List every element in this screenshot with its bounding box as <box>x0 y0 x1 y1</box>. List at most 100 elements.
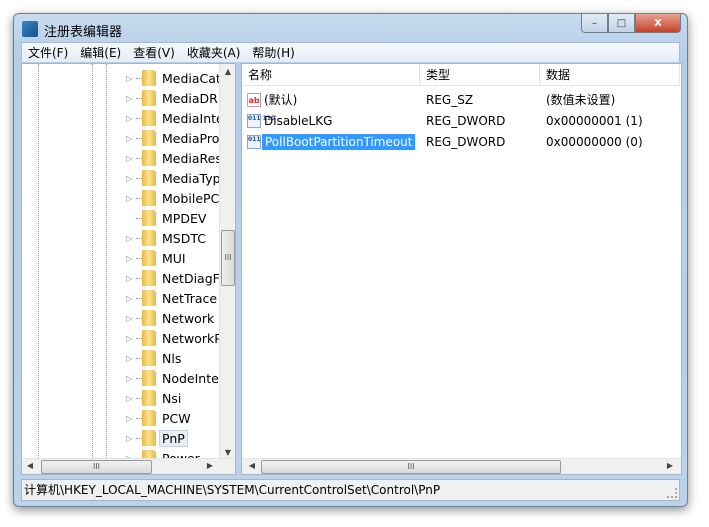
tree-item[interactable]: ▷ NetTrace <box>126 288 217 308</box>
expand-arrow-icon[interactable]: ▷ <box>126 434 136 443</box>
folder-icon <box>142 250 156 266</box>
menu-favorites[interactable]: 收藏夹(A) <box>181 44 247 61</box>
tree-item[interactable]: ▷ MediaPro <box>126 128 219 148</box>
tree-item-label: MediaCat <box>162 70 220 86</box>
folder-icon <box>142 170 156 186</box>
folder-icon <box>142 370 156 386</box>
expand-arrow-icon[interactable]: ▷ <box>126 134 136 143</box>
scroll-left-arrow-icon[interactable]: ◀ <box>244 461 260 470</box>
folder-icon <box>142 230 156 246</box>
tree-item[interactable]: ▷ NetDiagFx <box>126 268 220 288</box>
tree-item[interactable]: ▷ NetworkP <box>126 328 220 348</box>
scroll-right-arrow-icon[interactable]: ▶ <box>662 461 678 470</box>
value-row[interactable]: ab (默认) REG_SZ (数值未设置) <box>242 89 615 110</box>
tree-item[interactable]: ▷ MediaCat <box>126 68 220 88</box>
value-row[interactable]: 011 110 DisableLKG REG_DWORD 0x00000001 (1) <box>242 110 643 131</box>
folder-icon <box>142 130 156 146</box>
tree-item-label: PnP <box>159 429 188 447</box>
maximize-button[interactable]: □ <box>608 14 635 33</box>
tree-item[interactable]: ▷ MUI <box>126 248 186 268</box>
expand-arrow-icon[interactable]: ▷ <box>126 234 136 243</box>
tree-item-label: MediaDRM <box>162 90 220 106</box>
scroll-up-arrow-icon[interactable]: ▲ <box>220 67 235 76</box>
tree-vertical-scrollbar[interactable]: ▲ III ▼ <box>219 64 235 460</box>
expand-arrow-icon[interactable]: ▷ <box>126 94 136 103</box>
column-header-type[interactable]: 类型 <box>420 64 540 86</box>
folder-icon <box>142 190 156 206</box>
tree-vscroll-thumb[interactable]: III <box>221 230 235 286</box>
registry-app-icon <box>22 21 38 37</box>
window-title: 注册表编辑器 <box>44 25 123 40</box>
menu-help[interactable]: 帮助(H) <box>246 44 300 61</box>
expand-arrow-icon[interactable]: ▷ <box>126 394 136 403</box>
scroll-down-arrow-icon[interactable]: ▼ <box>220 448 235 457</box>
tree-item-label: MPDEV <box>162 210 207 226</box>
value-name: DisableLKG <box>264 113 333 128</box>
value-name: PollBootPartitionTimeout <box>262 133 416 150</box>
tree-item[interactable]: ▷ MobilePC <box>126 188 219 208</box>
menu-file[interactable]: 文件(F) <box>22 44 74 61</box>
expand-arrow-icon[interactable]: ▷ <box>126 354 136 363</box>
registry-editor-window: 注册表编辑器 – □ X 文件(F) 编辑(E) 查看(V) 收藏夹(A) 帮助… <box>13 13 688 507</box>
tree-item[interactable]: ▷ PCW <box>126 408 191 428</box>
tree-item[interactable]: ▷ Network <box>126 308 214 328</box>
tree-item-label: NetDiagFx <box>162 270 220 286</box>
expand-arrow-icon[interactable]: ▷ <box>126 74 136 83</box>
minimize-button[interactable]: – <box>581 14 608 33</box>
binary-value-icon: 011 110 <box>247 113 275 128</box>
folder-icon <box>142 430 156 446</box>
folder-icon <box>142 110 156 126</box>
value-row[interactable]: 011 110PollBootPartitionTimeout REG_DWORD… <box>242 131 643 152</box>
status-key-path: 计算机\HKEY_LOCAL_MACHINE\SYSTEM\CurrentCon… <box>24 483 441 497</box>
tree-item-label: MobilePC <box>162 190 220 206</box>
scroll-left-arrow-icon[interactable]: ◀ <box>22 461 38 470</box>
expand-arrow-icon[interactable]: ▷ <box>126 174 136 183</box>
column-header-data[interactable]: 数据 <box>540 64 680 86</box>
column-header-name[interactable]: 名称 <box>242 64 420 86</box>
title-bar[interactable]: 注册表编辑器 – □ X <box>14 14 687 42</box>
expand-arrow-icon[interactable]: ▷ <box>126 334 136 343</box>
tree-hscroll-thumb[interactable]: III <box>41 460 152 474</box>
value-name: (默认) <box>264 93 298 107</box>
menu-view[interactable]: 查看(V) <box>127 44 181 61</box>
tree-item-label: Network <box>162 310 215 326</box>
folder-icon <box>142 270 156 286</box>
menu-edit[interactable]: 编辑(E) <box>74 44 127 61</box>
tree-item-label: MediaTyp <box>162 170 220 186</box>
tree-item-label: PCW <box>162 410 191 426</box>
tree-item[interactable]: ▷ MediaTyp <box>126 168 220 188</box>
tree-item-label: MediaInte <box>162 110 220 126</box>
expand-arrow-icon[interactable]: ▷ <box>126 414 136 423</box>
close-button[interactable]: X <box>635 14 681 33</box>
tree-item-label: Nls <box>162 350 182 366</box>
tree-item[interactable]: ▷ PnP <box>126 428 188 448</box>
tree-item[interactable]: ▷ MediaDRM <box>126 88 220 108</box>
expand-arrow-icon[interactable]: ▷ <box>126 274 136 283</box>
value-data: (数值未设置) <box>546 93 616 107</box>
tree-item[interactable]: ▷ Nls <box>126 348 181 368</box>
expand-arrow-icon[interactable]: ▷ <box>126 114 136 123</box>
tree-item-label: NetTrace <box>162 290 218 306</box>
tree-item-label: NodeInter <box>162 370 220 386</box>
tree-horizontal-scrollbar[interactable]: ◀ III ▶ <box>22 458 235 474</box>
expand-arrow-icon[interactable]: ▷ <box>126 374 136 383</box>
scroll-right-arrow-icon[interactable]: ▶ <box>202 461 218 470</box>
tree-item[interactable]: ▷ NodeInter <box>126 368 220 388</box>
folder-icon <box>142 330 156 346</box>
value-type: REG_DWORD <box>426 113 506 128</box>
folder-icon <box>142 70 156 86</box>
expand-arrow-icon[interactable]: ▷ <box>126 254 136 263</box>
resize-grip-icon[interactable] <box>667 488 677 498</box>
expand-arrow-icon[interactable]: ▷ <box>126 294 136 303</box>
tree-item[interactable]: ▷ Nsi <box>126 388 181 408</box>
tree-item[interactable]: MPDEV <box>126 208 206 228</box>
tree-item[interactable]: ▷ MediaRes <box>126 148 220 168</box>
expand-arrow-icon[interactable]: ▷ <box>126 154 136 163</box>
expand-arrow-icon[interactable]: ▷ <box>126 194 136 203</box>
list-horizontal-scrollbar[interactable]: ◀ III ▶ <box>242 458 681 474</box>
tree-item[interactable]: ▷ MSDTC <box>126 228 206 248</box>
tree-item[interactable]: ▷ MediaInte <box>126 108 220 128</box>
list-hscroll-thumb[interactable]: III <box>261 460 561 474</box>
tree-item-label: MSDTC <box>162 230 206 246</box>
expand-arrow-icon[interactable]: ▷ <box>126 314 136 323</box>
